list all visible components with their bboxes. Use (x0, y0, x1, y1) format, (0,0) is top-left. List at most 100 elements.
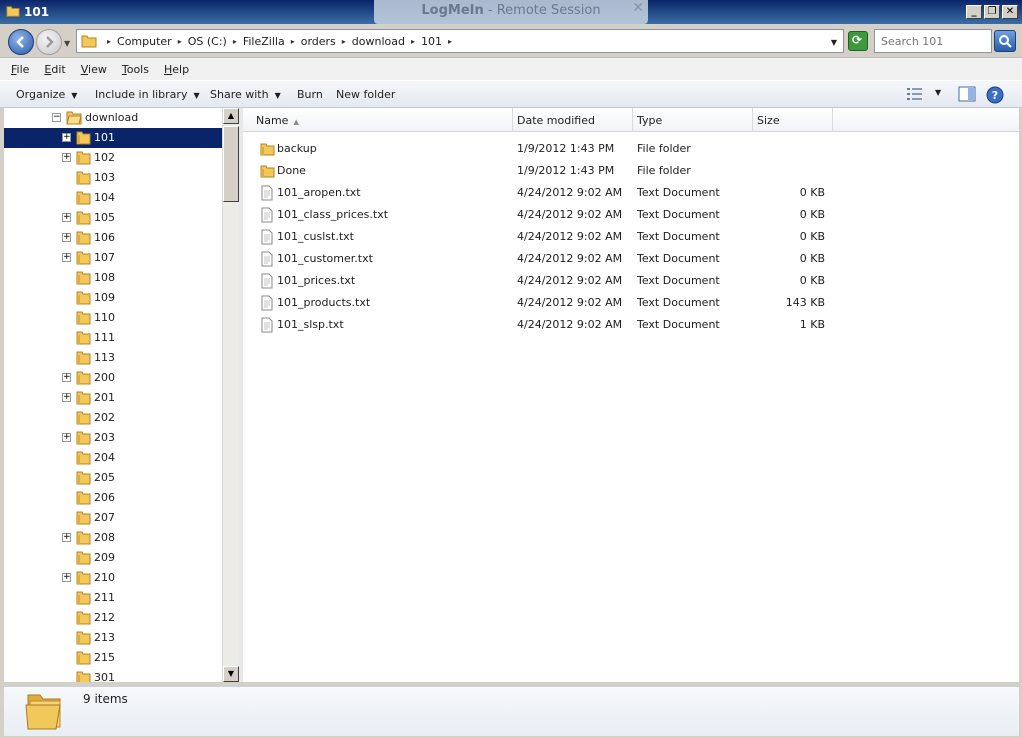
tree-item-211[interactable]: 211 (4, 588, 222, 608)
close-icon[interactable]: ✕ (632, 0, 644, 19)
tree-item-301[interactable]: 301 (4, 668, 222, 682)
tree-item-104[interactable]: 104 (4, 188, 222, 208)
tree-item-105[interactable]: +105 (4, 208, 222, 228)
search-box[interactable] (874, 29, 992, 53)
view-dropdown[interactable]: ▼ (935, 88, 941, 97)
expand-icon[interactable]: + (62, 573, 71, 582)
address-history-dropdown[interactable]: ▼ (831, 38, 837, 47)
file-row[interactable]: 101_aropen.txt 4/24/2012 9:02 AM Text Docu… (243, 182, 1019, 204)
expand-icon[interactable]: + (62, 133, 71, 142)
chevron-right-icon[interactable]: ▸ (233, 37, 237, 46)
recent-pages-dropdown[interactable]: ▼ (64, 39, 70, 48)
column-type[interactable]: Type (633, 108, 753, 132)
tree-item-206[interactable]: 206 (4, 488, 222, 508)
tree-item-109[interactable]: 109 (4, 288, 222, 308)
tree-item-210[interactable]: +210 (4, 568, 222, 588)
tree-item-label: 215 (94, 651, 115, 664)
back-button[interactable] (8, 29, 34, 55)
tree-item-213[interactable]: 213 (4, 628, 222, 648)
chevron-right-icon[interactable]: ▸ (448, 37, 452, 46)
tree-item-111[interactable]: 111 (4, 328, 222, 348)
menu-tools[interactable]: Tools (122, 63, 149, 76)
tree-item-202[interactable]: 202 (4, 408, 222, 428)
file-row[interactable]: 101_prices.txt 4/24/2012 9:02 AM Text Docu… (243, 270, 1019, 292)
search-button[interactable] (994, 30, 1016, 52)
scroll-up-button[interactable]: ▲ (223, 108, 239, 124)
tree-item-108[interactable]: 108 (4, 268, 222, 288)
expand-icon[interactable]: + (62, 233, 71, 242)
new-folder-button[interactable]: New folder (336, 88, 395, 101)
expand-icon[interactable]: + (62, 433, 71, 442)
refresh-button[interactable]: ⟳ (848, 31, 868, 51)
breadcrumb-101[interactable]: 101 (421, 35, 442, 48)
tree-item-215[interactable]: 215 (4, 648, 222, 668)
column-date-modified[interactable]: Date modified (513, 108, 633, 132)
expand-icon[interactable]: + (62, 253, 71, 262)
tree-item-113[interactable]: 113 (4, 348, 222, 368)
burn-button[interactable]: Burn (297, 88, 323, 101)
restore-button[interactable]: ❐ (984, 5, 1000, 19)
file-row[interactable]: 101_slsp.txt 4/24/2012 9:02 AM Text Docume… (243, 314, 1019, 336)
file-row[interactable]: 101_customer.txt 4/24/2012 9:02 AM Text Do… (243, 248, 1019, 270)
file-row[interactable]: 101_cuslst.txt 4/24/2012 9:02 AM Text Docu… (243, 226, 1019, 248)
file-row[interactable]: Done 1/9/2012 1:43 PM File folder (243, 160, 1019, 182)
column-name[interactable]: Name ▲ (243, 108, 513, 132)
breadcrumb-orders[interactable]: orders (301, 35, 336, 48)
expand-icon[interactable]: + (62, 533, 71, 542)
file-row[interactable]: backup 1/9/2012 1:43 PM File folder (243, 138, 1019, 160)
tree-item-207[interactable]: 207 (4, 508, 222, 528)
collapse-icon[interactable]: − (52, 113, 61, 122)
minimize-button[interactable]: _ (966, 5, 982, 19)
navigation-pane[interactable]: − download +101 +102 103 104 +105 +106 +107 108… (4, 108, 222, 682)
file-row[interactable]: 101_products.txt 4/24/2012 9:02 AM Text Do… (243, 292, 1019, 314)
tree-scrollbar[interactable]: ▲ ▼ (222, 108, 239, 682)
help-button[interactable]: ? (986, 86, 1004, 107)
share-with-button[interactable]: Share with ▼ (210, 88, 281, 101)
breadcrumb-filezilla[interactable]: FileZilla (243, 35, 285, 48)
tree-item-203[interactable]: +203 (4, 428, 222, 448)
chevron-right-icon[interactable]: ▸ (178, 37, 182, 46)
tree-item-209[interactable]: 209 (4, 548, 222, 568)
tree-item-103[interactable]: 103 (4, 168, 222, 188)
include-in-library-button[interactable]: Include in library ▼ (95, 88, 200, 101)
tree-item-204[interactable]: 204 (4, 448, 222, 468)
view-options-button[interactable] (906, 86, 924, 105)
tree-item-106[interactable]: +106 (4, 228, 222, 248)
preview-pane-button[interactable] (958, 86, 976, 105)
expand-icon[interactable]: + (62, 153, 71, 162)
organize-button[interactable]: Organize ▼ (16, 88, 77, 101)
scroll-down-button[interactable]: ▼ (223, 666, 239, 682)
tree-item-107[interactable]: +107 (4, 248, 222, 268)
chevron-right-icon[interactable]: ▸ (291, 37, 295, 46)
chevron-right-icon[interactable]: ▸ (107, 37, 111, 46)
forward-button[interactable] (36, 29, 62, 55)
chevron-right-icon[interactable]: ▸ (411, 37, 415, 46)
close-button[interactable]: ✕ (1002, 5, 1018, 19)
tree-item-200[interactable]: +200 (4, 368, 222, 388)
menu-edit[interactable]: Edit (44, 63, 65, 76)
scroll-thumb[interactable] (223, 126, 239, 202)
menu-file[interactable]: File (11, 63, 29, 76)
tree-item-download[interactable]: − download (4, 108, 222, 128)
menu-view[interactable]: View (81, 63, 107, 76)
tree-item-212[interactable]: 212 (4, 608, 222, 628)
expand-icon[interactable]: + (62, 213, 71, 222)
breadcrumb-download[interactable]: download (352, 35, 405, 48)
expand-icon[interactable]: + (62, 373, 71, 382)
address-bar[interactable]: ▸ Computer ▸ OS (C:) ▸ FileZilla ▸ order… (76, 29, 844, 53)
tree-item-208[interactable]: +208 (4, 528, 222, 548)
file-row[interactable]: 101_class_prices.txt 4/24/2012 9:02 AM Tex… (243, 204, 1019, 226)
file-list[interactable]: Name ▲ Date modified Type Size backup 1/9/… (243, 108, 1019, 682)
tree-item-102[interactable]: +102 (4, 148, 222, 168)
menu-help[interactable]: Help (164, 63, 189, 76)
chevron-right-icon[interactable]: ▸ (342, 37, 346, 46)
tree-item-101[interactable]: +101 (4, 128, 222, 148)
tree-item-201[interactable]: +201 (4, 388, 222, 408)
tree-item-205[interactable]: 205 (4, 468, 222, 488)
breadcrumb-computer[interactable]: Computer (117, 35, 172, 48)
breadcrumb-os-c[interactable]: OS (C:) (188, 35, 227, 48)
tree-item-110[interactable]: 110 (4, 308, 222, 328)
expand-icon[interactable]: + (62, 393, 71, 402)
column-size[interactable]: Size (753, 108, 833, 132)
search-input[interactable] (875, 30, 991, 52)
